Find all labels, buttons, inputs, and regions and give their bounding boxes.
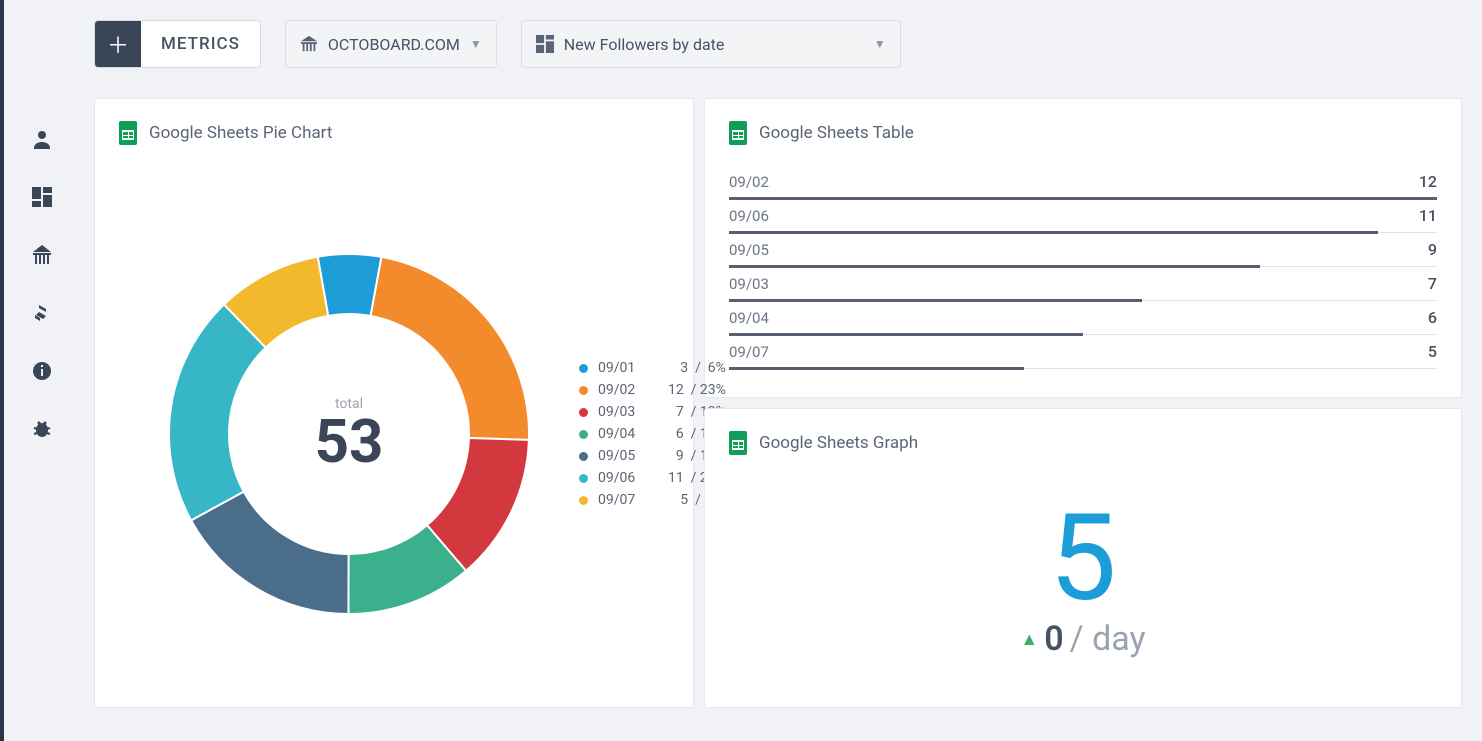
graph-title: Google Sheets Graph: [759, 433, 918, 453]
org-selector[interactable]: OCTOBOARD.COM ▼: [285, 20, 497, 68]
row-value: 9: [1428, 240, 1437, 259]
legend-date: 09/06: [598, 470, 658, 486]
pie-title: Google Sheets Pie Chart: [149, 123, 332, 143]
table-card: Google Sheets Table 09/02 12 09/06 11 09…: [704, 98, 1462, 398]
graph-unit: / day: [1070, 619, 1146, 659]
chevron-down-icon: ▼: [874, 37, 886, 51]
table-row: 09/07 5: [729, 335, 1437, 369]
card-title: Google Sheets Graph: [729, 431, 1437, 455]
sidebar: [0, 0, 80, 741]
topbar: ＋ METRICS OCTOBOARD.COM ▼ New Followers …: [94, 20, 1462, 68]
legend-values: 12 / 23%: [668, 382, 726, 398]
total-value: 53: [315, 412, 384, 472]
legend-dot: [579, 364, 588, 373]
sidebar-item-account[interactable]: [4, 110, 80, 168]
legend-dot: [579, 408, 588, 417]
graph-value: 5: [1049, 499, 1116, 619]
card-title: Google Sheets Pie Chart: [119, 121, 669, 145]
sidebar-item-info[interactable]: [4, 342, 80, 400]
sidebar-item-debug[interactable]: [4, 400, 80, 458]
row-value: 6: [1428, 308, 1437, 327]
legend-values: 3 / 6%: [677, 360, 726, 376]
legend-dot: [579, 430, 588, 439]
google-sheets-icon: [729, 121, 747, 145]
sidebar-item-dashboards[interactable]: [4, 168, 80, 226]
table-body: 09/02 12 09/06 11 09/05 9 09/03 7 09/04 …: [729, 165, 1437, 369]
chevron-down-icon: ▼: [470, 37, 482, 51]
table-row: 09/06 11: [729, 199, 1437, 233]
row-value: 7: [1428, 274, 1437, 293]
row-value: 12: [1419, 172, 1437, 191]
table-row: 09/03 7: [729, 267, 1437, 301]
graph-delta: 0: [1044, 619, 1063, 659]
table-title: Google Sheets Table: [759, 123, 914, 143]
legend-date: 09/04: [598, 426, 658, 442]
google-sheets-icon: [119, 121, 137, 145]
legend-item: 09/01 3 / 6%: [579, 357, 726, 379]
row-date: 09/05: [729, 241, 769, 259]
row-date: 09/02: [729, 173, 769, 191]
plus-icon: ＋: [95, 21, 141, 67]
table-row: 09/05 9: [729, 233, 1437, 267]
add-metrics-button[interactable]: ＋ METRICS: [94, 20, 261, 68]
sidebar-item-clients[interactable]: [4, 226, 80, 284]
legend-dot: [579, 386, 588, 395]
pie-card: Google Sheets Pie Chart total 53 09/01 3…: [94, 98, 694, 708]
row-date: 09/06: [729, 207, 769, 225]
row-value: 5: [1428, 342, 1437, 361]
google-sheets-icon: [729, 431, 747, 455]
row-value: 11: [1419, 206, 1437, 225]
legend-date: 09/05: [598, 448, 658, 464]
graph-card: Google Sheets Graph 5 ▲ 0 / day: [704, 408, 1462, 708]
row-date: 09/03: [729, 275, 769, 293]
bank-icon: [300, 35, 318, 53]
metric-selector[interactable]: New Followers by date ▼: [521, 20, 901, 68]
table-row: 09/04 6: [729, 301, 1437, 335]
metrics-label: METRICS: [141, 34, 260, 54]
grid-icon: [536, 35, 554, 53]
sidebar-item-connections[interactable]: [4, 284, 80, 342]
legend-date: 09/07: [598, 492, 658, 508]
graph-subtitle: ▲ 0 / day: [1020, 619, 1145, 659]
legend-date: 09/02: [598, 382, 658, 398]
table-row: 09/02 12: [729, 165, 1437, 199]
legend-item: 09/02 12 / 23%: [579, 379, 726, 401]
org-label: OCTOBOARD.COM: [328, 35, 460, 54]
trend-up-icon: ▲: [1020, 629, 1038, 650]
card-title: Google Sheets Table: [729, 121, 1437, 145]
donut-chart: total 53: [149, 234, 549, 634]
legend-date: 09/03: [598, 404, 658, 420]
row-date: 09/07: [729, 343, 769, 361]
legend-date: 09/01: [598, 360, 658, 376]
dashboard-grid: Google Sheets Table 09/02 12 09/06 11 09…: [94, 98, 1462, 721]
metric-label: New Followers by date: [564, 35, 864, 54]
legend-dot: [579, 474, 588, 483]
legend-dot: [579, 496, 588, 505]
legend-dot: [579, 452, 588, 461]
row-date: 09/04: [729, 309, 769, 327]
